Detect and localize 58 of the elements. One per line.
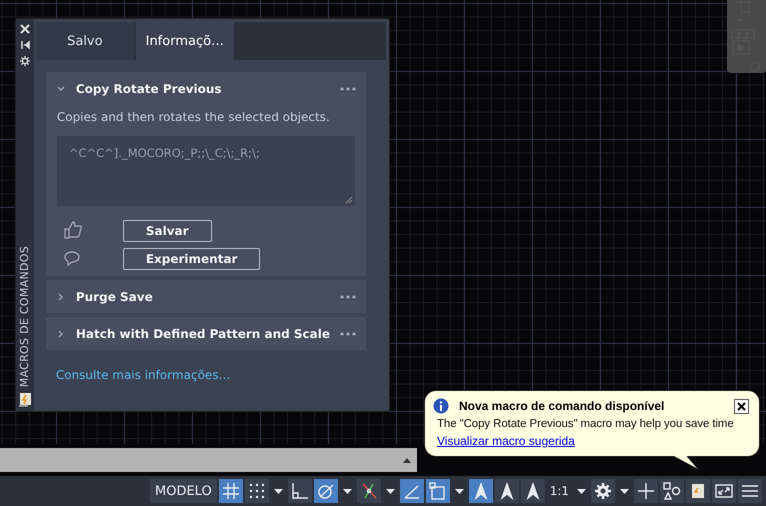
dot-grid-button[interactable] [244,479,269,503]
thumbs-up-icon[interactable] [62,220,83,240]
caret-down-icon[interactable] [454,488,464,494]
caret-down-icon[interactable] [386,488,395,494]
settings-icon [594,482,612,500]
more-icon[interactable] [340,332,356,336]
info-icon [433,398,449,414]
polar-tracking-icon [316,482,335,500]
caret-down-icon[interactable] [274,488,283,494]
chevron-down-icon[interactable] [56,84,66,94]
close-icon[interactable] [734,398,749,414]
macro-action-button[interactable]: Salvar [122,220,212,242]
caret-down-icon[interactable] [342,488,352,494]
crossed-lines-icon [360,482,378,500]
shapes-icon [663,482,681,500]
crossed-lines-button[interactable] [356,479,381,503]
angle-button[interactable] [400,479,424,503]
settings-button[interactable] [591,479,615,503]
right-angle-icon [290,482,309,500]
macro-code-field[interactable]: ^C^C^]._MOCORO;_P;;\_C;\;_R;\; [56,136,355,206]
polar-tracking-button[interactable] [314,479,338,503]
tab[interactable]: Informaçõ… [136,22,234,60]
fullscreen-button[interactable] [712,479,736,503]
plus-icon [637,482,655,500]
palette-title: MACROS DE COMANDOS [18,246,32,387]
resize-grip-icon[interactable] [345,196,353,204]
more-icon[interactable] [340,294,356,298]
plus-button[interactable] [634,479,658,503]
more-icon[interactable] [340,86,356,90]
suggested-macro-link[interactable]: Visualizar macro sugerida [437,434,749,448]
right-angle-button[interactable] [288,479,312,503]
speech-bubble-icon[interactable] [62,250,81,266]
macro-title[interactable]: Hatch with Defined Pattern and Scale [76,326,330,340]
grid-icon [222,482,240,500]
menu-button[interactable] [738,479,762,503]
annotation-scale-button[interactable]: 1:1 [546,479,572,503]
model-space-button[interactable]: MODELO [150,479,217,503]
notification-message: The "Copy Rotate Previous" macro may help you save time [437,418,735,430]
macro-action-button[interactable]: Experimentar [122,248,260,270]
square-icon [428,482,447,500]
caret-down-icon[interactable] [620,488,629,494]
tab[interactable]: Salvo [36,22,134,60]
dot-grid-icon [248,482,266,500]
shapes-button[interactable] [660,479,684,503]
macro-description: Copies and then rotates the selected objects. [56,110,331,124]
macro-title[interactable]: Copy Rotate Previous [76,82,330,96]
fullscreen-icon [715,482,733,500]
document-icon [689,482,707,500]
more-info-link[interactable]: Consulte mais informações… [56,368,370,382]
settings-icon[interactable] [20,56,30,66]
notification-title: Nova macro de comando disponível [459,399,666,413]
square-button[interactable] [426,479,450,503]
document-button[interactable] [686,479,710,503]
macro-title[interactable]: Purge Save [76,290,330,304]
grid-button[interactable] [218,479,243,503]
lightning-document-icon [18,393,31,407]
caret-down-icon[interactable] [577,488,586,494]
caret-up-icon[interactable] [403,458,411,462]
